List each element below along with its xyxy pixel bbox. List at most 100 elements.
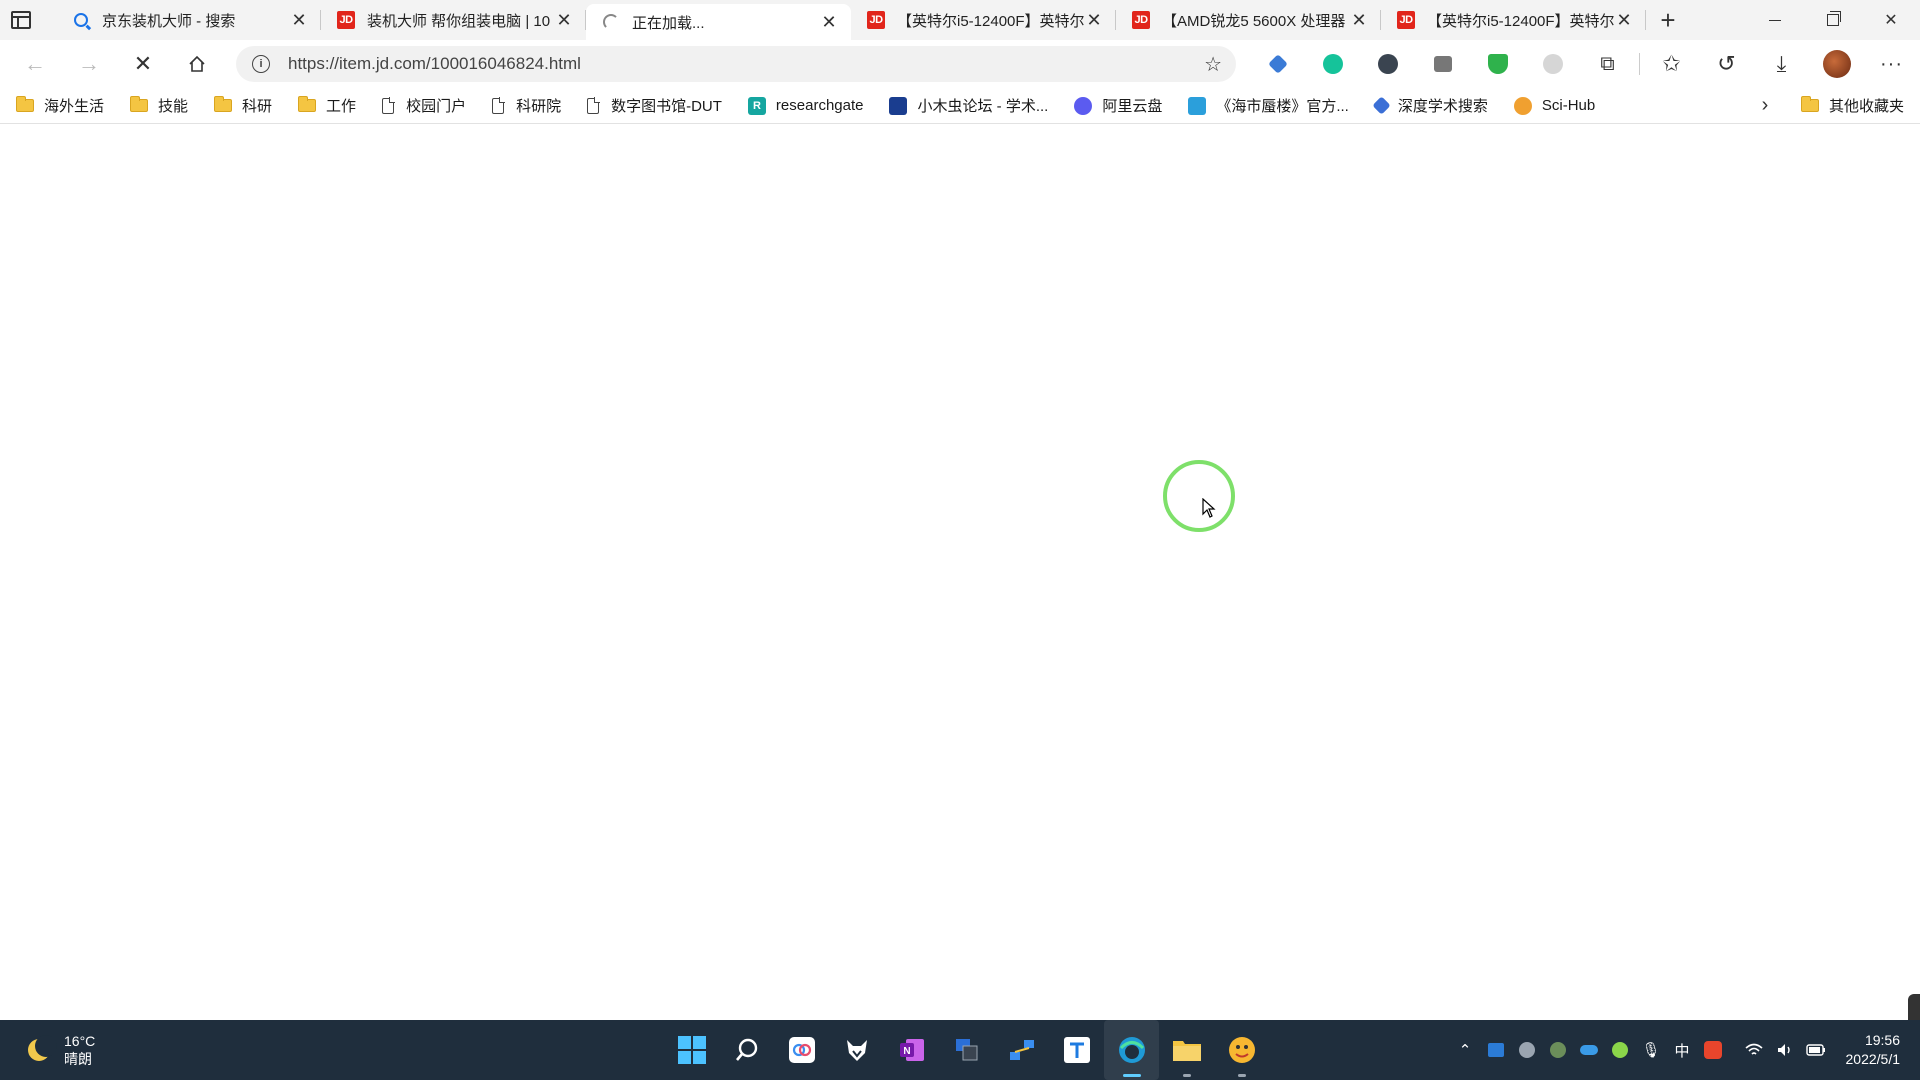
start-button[interactable] bbox=[664, 1020, 719, 1080]
taskbar-app-onenote[interactable]: N bbox=[884, 1020, 939, 1080]
tab-actions-button[interactable] bbox=[0, 0, 42, 40]
address-bar[interactable]: i https://item.jd.com/100016046824.html … bbox=[236, 46, 1236, 82]
close-window-button[interactable]: ✕ bbox=[1862, 0, 1920, 40]
shield-icon bbox=[1487, 54, 1508, 74]
page-content-blank bbox=[0, 124, 1920, 1036]
extensions-row: ⧉ ✩ ↺ ⤓ ··· bbox=[1250, 44, 1919, 84]
minimize-button[interactable] bbox=[1746, 0, 1804, 40]
taskbar-app-file-explorer[interactable] bbox=[1159, 1020, 1214, 1080]
system-clock[interactable]: 19:56 2022/5/1 bbox=[1846, 1031, 1901, 1069]
close-tab-icon[interactable]: ✕ bbox=[819, 12, 839, 32]
page-icon bbox=[382, 97, 395, 114]
extensions-menu-button[interactable]: ⧉ bbox=[1580, 44, 1635, 84]
bookmark-researchgate[interactable]: Rresearchgate bbox=[732, 92, 874, 120]
taskbar-app-network-tool[interactable] bbox=[994, 1020, 1049, 1080]
windows-logo-icon bbox=[677, 1036, 706, 1064]
volume-icon[interactable] bbox=[1770, 1020, 1801, 1080]
tab-1[interactable]: 京东装机大师 - 搜索 ✕ bbox=[56, 0, 321, 40]
bookmark-muchong[interactable]: 小木虫论坛 - 学术... bbox=[873, 92, 1058, 120]
tab-2[interactable]: JD 装机大师 帮你组装电脑 | 10 ✕ bbox=[321, 0, 586, 40]
tray-app-plus-icon[interactable] bbox=[1605, 1020, 1636, 1080]
history-button[interactable]: ↺ bbox=[1699, 44, 1754, 84]
qq-emoji-icon bbox=[1228, 1037, 1255, 1063]
stop-loading-button[interactable]: ✕ bbox=[116, 44, 170, 84]
forward-button[interactable]: → bbox=[62, 44, 116, 84]
bookmark-deep-search[interactable]: 深度学术搜索 bbox=[1359, 92, 1498, 120]
tab-6[interactable]: JD 【英特尔i5-12400F】英特尔 ✕ bbox=[1381, 0, 1646, 40]
ime-indicator[interactable]: 中 bbox=[1667, 1020, 1698, 1080]
running-indicator bbox=[1237, 1074, 1246, 1077]
taskbar-app-todo[interactable] bbox=[1049, 1020, 1104, 1080]
page-icon bbox=[492, 97, 505, 114]
extension-grammarly-button[interactable] bbox=[1305, 44, 1360, 84]
home-icon bbox=[189, 55, 205, 72]
window-controls: ✕ bbox=[1746, 0, 1920, 40]
taskbar-app-edge[interactable] bbox=[1104, 1020, 1159, 1080]
profile-button[interactable] bbox=[1809, 44, 1864, 84]
bookmark-folder-jineng[interactable]: 技能 bbox=[114, 92, 198, 120]
tray-app-2-icon[interactable] bbox=[1512, 1020, 1543, 1080]
weather-widget[interactable]: 16°C 晴朗 bbox=[28, 1032, 95, 1068]
bilibili-icon bbox=[1188, 96, 1207, 115]
bookmark-label: 海外生活 bbox=[44, 98, 105, 115]
close-tab-icon[interactable]: ✕ bbox=[1614, 10, 1634, 30]
tab-4[interactable]: JD 【英特尔i5-12400F】英特尔 ✕ bbox=[851, 0, 1116, 40]
tab-3-active[interactable]: 正在加载... ✕ bbox=[586, 4, 851, 40]
devices-app-icon bbox=[955, 1039, 977, 1061]
tab-5[interactable]: JD 【AMD锐龙5 5600X 处理器 ✕ bbox=[1116, 0, 1381, 40]
diamond-extension-icon bbox=[1267, 54, 1288, 74]
taskbar-app-devices[interactable] bbox=[939, 1020, 994, 1080]
aliyun-icon bbox=[1074, 96, 1093, 115]
settings-more-button[interactable]: ··· bbox=[1864, 44, 1919, 84]
bookmark-bilibili[interactable]: 《海市蜃楼》官方... bbox=[1172, 92, 1359, 120]
home-button[interactable] bbox=[170, 44, 224, 84]
bookmark-folder-keyan[interactable]: 科研 bbox=[198, 92, 282, 120]
taskbar-app-baidunetdisk[interactable] bbox=[774, 1020, 829, 1080]
taskbar-app-fox[interactable] bbox=[829, 1020, 884, 1080]
wifi-icon[interactable] bbox=[1739, 1020, 1770, 1080]
bookmark-digital-library[interactable]: 数字图书馆-DUT bbox=[571, 92, 732, 120]
sogou-input-icon[interactable] bbox=[1698, 1020, 1729, 1080]
extension-3-button[interactable] bbox=[1360, 44, 1415, 84]
add-favorite-icon[interactable]: ☆ bbox=[1204, 52, 1222, 77]
close-tab-icon[interactable]: ✕ bbox=[554, 10, 574, 30]
other-favorites-folder[interactable]: 其他收藏夹 bbox=[1785, 92, 1920, 120]
bookmark-scihub[interactable]: Sci-Hub bbox=[1498, 92, 1605, 120]
restore-button[interactable] bbox=[1804, 0, 1862, 40]
battery-icon[interactable] bbox=[1801, 1020, 1832, 1080]
running-indicator bbox=[1122, 1074, 1141, 1077]
microphone-icon[interactable]: 🎙︎ bbox=[1636, 1020, 1667, 1080]
close-tab-icon[interactable]: ✕ bbox=[1084, 10, 1104, 30]
taskbar-app-qq[interactable] bbox=[1214, 1020, 1269, 1080]
tray-overflow-chevron-icon[interactable]: ⌃ bbox=[1450, 1020, 1481, 1080]
bookmark-aliyun-drive[interactable]: 阿里云盘 bbox=[1058, 92, 1172, 120]
site-info-icon[interactable]: i bbox=[252, 55, 270, 73]
extension-4-button[interactable] bbox=[1415, 44, 1470, 84]
new-tab-button[interactable]: + bbox=[1646, 0, 1690, 40]
tray-app-3-icon[interactable] bbox=[1543, 1020, 1574, 1080]
search-button[interactable] bbox=[719, 1020, 774, 1080]
favorites-button[interactable]: ✩ bbox=[1644, 44, 1699, 84]
bookmark-folder-gongzuo[interactable]: 工作 bbox=[282, 92, 366, 120]
extension-6-button[interactable] bbox=[1525, 44, 1580, 84]
tray-app-1-icon[interactable] bbox=[1481, 1020, 1512, 1080]
bookmarks-overflow-chevron-icon[interactable]: › bbox=[1745, 94, 1785, 117]
download-icon: ⤓ bbox=[1776, 51, 1787, 76]
bookmark-folder-haiwai[interactable]: 海外生活 bbox=[0, 92, 114, 120]
toolbar-divider bbox=[1639, 53, 1640, 75]
bookmark-campus-portal[interactable]: 校园门户 bbox=[366, 92, 476, 120]
jd-favicon-icon: JD bbox=[337, 11, 355, 29]
extension-adblock-button[interactable] bbox=[1470, 44, 1525, 84]
extension-translate-button[interactable] bbox=[1250, 44, 1305, 84]
bookmark-label: 科研 bbox=[242, 98, 273, 115]
back-button[interactable]: ← bbox=[8, 44, 62, 84]
url-text[interactable]: https://item.jd.com/100016046824.html bbox=[288, 54, 1204, 74]
close-tab-icon[interactable]: ✕ bbox=[1349, 10, 1369, 30]
downloads-button[interactable]: ⤓ bbox=[1754, 44, 1809, 84]
onedrive-icon[interactable] bbox=[1574, 1020, 1605, 1080]
click-highlight-ring bbox=[1163, 460, 1235, 532]
edge-browser-icon bbox=[1118, 1037, 1145, 1063]
tab-list: 京东装机大师 - 搜索 ✕ JD 装机大师 帮你组装电脑 | 10 ✕ 正在加载… bbox=[56, 0, 1646, 40]
bookmark-research-institute[interactable]: 科研院 bbox=[476, 92, 571, 120]
close-tab-icon[interactable]: ✕ bbox=[289, 10, 309, 30]
